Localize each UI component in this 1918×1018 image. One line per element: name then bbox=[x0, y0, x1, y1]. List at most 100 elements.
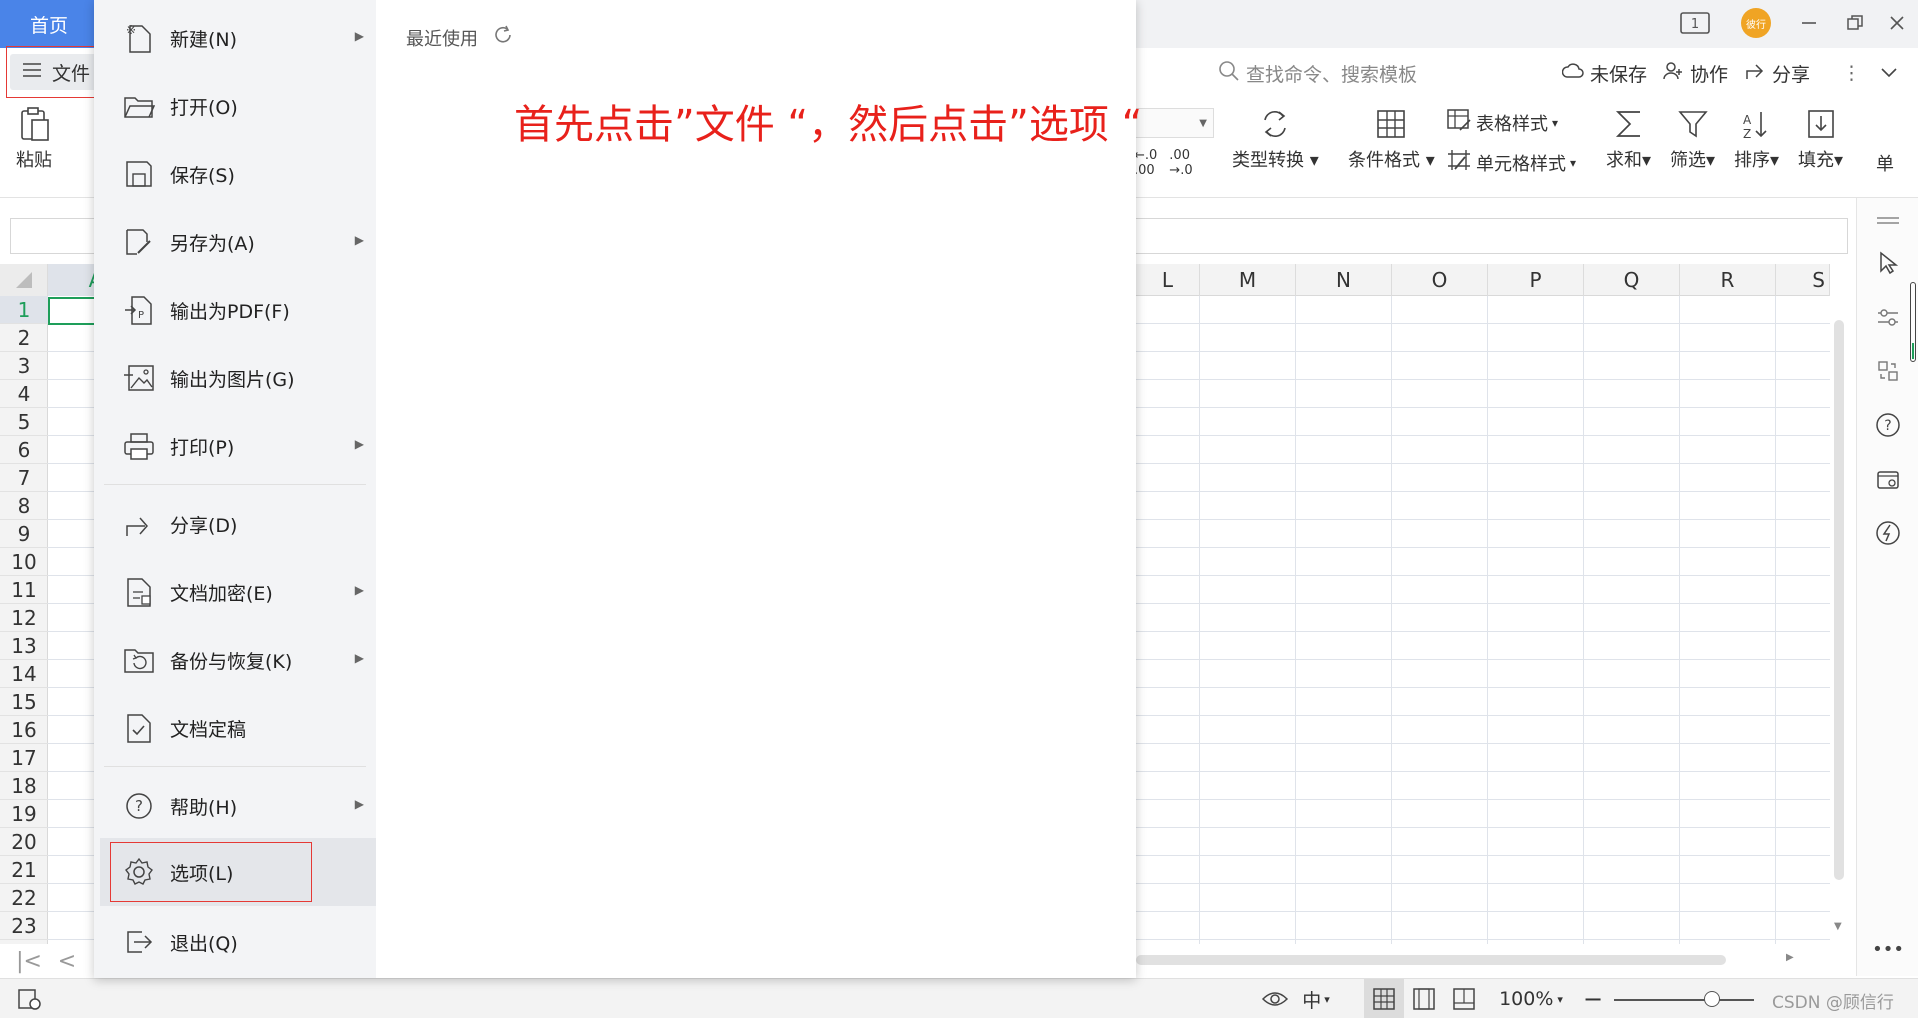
row-header-11[interactable]: 11 bbox=[0, 576, 48, 604]
row-header-12[interactable]: 12 bbox=[0, 604, 48, 632]
menu-item-save-as[interactable]: 另存为(A) ▶ bbox=[94, 212, 376, 272]
menu-item-exit[interactable]: 退出(Q) bbox=[94, 912, 376, 972]
page-break-view-icon[interactable] bbox=[1444, 979, 1484, 1018]
menu-item-help[interactable]: ? 帮助(H) ▶ bbox=[94, 776, 376, 836]
conditional-format-button[interactable]: 条件格式 ▾ bbox=[1348, 104, 1435, 172]
type-convert-button[interactable]: 类型转换 ▾ bbox=[1232, 104, 1319, 172]
row-header-5[interactable]: 5 bbox=[0, 408, 48, 436]
refresh-icon[interactable] bbox=[492, 24, 514, 51]
table-style-button[interactable]: 表格样式 ▾ bbox=[1446, 108, 1558, 137]
more-dots-icon[interactable]: ••• bbox=[1872, 934, 1904, 964]
panel-handle-icon[interactable] bbox=[1873, 206, 1903, 236]
prev-sheet-icon[interactable]: < bbox=[52, 944, 82, 978]
workspace-icon[interactable]: 1 bbox=[1678, 8, 1712, 38]
decrease-decimal-icon[interactable]: .00 →.0 bbox=[1169, 148, 1192, 178]
zoom-slider-track[interactable] bbox=[1614, 999, 1754, 1001]
more-icon[interactable]: ⋮ bbox=[1842, 58, 1861, 88]
lightning-icon[interactable] bbox=[1873, 518, 1903, 548]
minimize-icon[interactable] bbox=[1792, 8, 1826, 38]
row-header-15[interactable]: 15 bbox=[0, 688, 48, 716]
panel-toggle-icon[interactable] bbox=[1910, 282, 1916, 362]
row-header-10[interactable]: 10 bbox=[0, 548, 48, 576]
menu-item-finalize[interactable]: 文档定稿 bbox=[94, 698, 376, 758]
decimal-buttons[interactable]: ←.0.00 .00 →.0 bbox=[1134, 148, 1193, 178]
row-header-4[interactable]: 4 bbox=[0, 380, 48, 408]
row-header-9[interactable]: 9 bbox=[0, 520, 48, 548]
zoom-out-icon[interactable]: − bbox=[1580, 979, 1606, 1018]
fill-button[interactable]: 填充▾ bbox=[1798, 104, 1843, 172]
active-cell-a1[interactable] bbox=[48, 297, 96, 325]
row-header-16[interactable]: 16 bbox=[0, 716, 48, 744]
first-sheet-icon[interactable]: |< bbox=[14, 944, 44, 978]
column-header-s[interactable]: S bbox=[1776, 264, 1830, 296]
collab-button[interactable]: 协作 bbox=[1662, 58, 1728, 88]
menu-item-export-pdf[interactable]: P 输出为PDF(F) bbox=[94, 280, 376, 340]
more-ribbon-button[interactable]: 单 bbox=[1876, 148, 1894, 176]
column-header-r[interactable]: R bbox=[1680, 264, 1776, 296]
horizontal-scroll-thumb[interactable] bbox=[1136, 955, 1726, 965]
scroll-right-icon[interactable]: ▶ bbox=[1786, 952, 1794, 963]
horizontal-scrollbar[interactable]: ▶ bbox=[1136, 950, 1794, 970]
row-header-23[interactable]: 23 bbox=[0, 912, 48, 940]
row-header-7[interactable]: 7 bbox=[0, 464, 48, 492]
row-header-8[interactable]: 8 bbox=[0, 492, 48, 520]
menu-item-options[interactable]: 选项(L) bbox=[100, 838, 376, 906]
select-all-corner[interactable] bbox=[0, 264, 48, 296]
home-tab[interactable]: 首页 bbox=[0, 0, 98, 48]
restore-icon[interactable] bbox=[1838, 8, 1872, 38]
column-header-o[interactable]: O bbox=[1392, 264, 1488, 296]
number-format-select[interactable]: ▼ bbox=[1134, 108, 1214, 138]
normal-view-icon[interactable] bbox=[1364, 979, 1404, 1018]
zoom-level-select[interactable]: 100% ▾ bbox=[1496, 979, 1566, 1018]
unsaved-button[interactable]: 未保存 bbox=[1561, 58, 1647, 88]
search-bar[interactable]: 查找命令、搜索模板 bbox=[1218, 58, 1417, 88]
menu-item-new[interactable]: ※ 新建(N) ▶ bbox=[94, 8, 376, 68]
row-header-3[interactable]: 3 bbox=[0, 352, 48, 380]
menu-item-encrypt[interactable]: 文档加密(E) ▶ bbox=[94, 562, 376, 622]
row-header-21[interactable]: 21 bbox=[0, 856, 48, 884]
menu-item-save[interactable]: 保存(S) bbox=[94, 144, 376, 204]
input-language-button[interactable]: 中 ▾ bbox=[1296, 979, 1336, 1018]
increase-decimal-icon[interactable]: ←.0.00 bbox=[1134, 148, 1157, 178]
help-circle-icon[interactable]: ? bbox=[1873, 410, 1903, 440]
row-header-13[interactable]: 13 bbox=[0, 632, 48, 660]
scroll-down-icon[interactable]: ▼ bbox=[1834, 921, 1842, 932]
column-header-m[interactable]: M bbox=[1200, 264, 1296, 296]
row-header-17[interactable]: 17 bbox=[0, 744, 48, 772]
row-header-1[interactable]: 1 bbox=[0, 296, 48, 324]
row-header-6[interactable]: 6 bbox=[0, 436, 48, 464]
menu-item-print[interactable]: 打印(P) ▶ bbox=[94, 416, 376, 476]
column-header-q[interactable]: Q bbox=[1584, 264, 1680, 296]
transform-icon[interactable] bbox=[1873, 356, 1903, 386]
row-header-2[interactable]: 2 bbox=[0, 324, 48, 352]
vertical-scrollbar[interactable]: ▼ bbox=[1830, 312, 1848, 932]
menu-item-export-image[interactable]: 输出为图片(G) bbox=[94, 348, 376, 408]
column-header-p[interactable]: P bbox=[1488, 264, 1584, 296]
avatar[interactable]: 彼行 bbox=[1741, 8, 1771, 38]
row-header-20[interactable]: 20 bbox=[0, 828, 48, 856]
page-layout-view-icon[interactable] bbox=[1404, 979, 1444, 1018]
zoom-slider-handle[interactable] bbox=[1704, 991, 1720, 1007]
eye-protection-icon[interactable] bbox=[1258, 979, 1292, 1018]
vertical-scroll-thumb[interactable] bbox=[1834, 320, 1844, 880]
column-header-l[interactable]: L bbox=[1136, 264, 1200, 296]
paste-button[interactable]: 粘贴 bbox=[14, 104, 54, 172]
store-icon[interactable] bbox=[1873, 464, 1903, 494]
sort-button[interactable]: AZ 排序▾ bbox=[1734, 104, 1779, 172]
search-input[interactable]: 查找命令、搜索模板 bbox=[1246, 60, 1417, 87]
menu-item-backup[interactable]: 备份与恢复(K) ▶ bbox=[94, 630, 376, 690]
collapse-ribbon-icon[interactable] bbox=[1880, 58, 1898, 88]
file-menu-button[interactable]: 文件 bbox=[10, 54, 98, 90]
row-header-14[interactable]: 14 bbox=[0, 660, 48, 688]
macro-record-icon[interactable] bbox=[12, 979, 46, 1018]
menu-item-open[interactable]: 打开(O) bbox=[94, 76, 376, 136]
filter-button[interactable]: 筛选▾ bbox=[1670, 104, 1715, 172]
menu-item-share[interactable]: 分享(D) bbox=[94, 494, 376, 554]
cursor-icon[interactable] bbox=[1873, 248, 1903, 278]
row-header-19[interactable]: 19 bbox=[0, 800, 48, 828]
row-header-18[interactable]: 18 bbox=[0, 772, 48, 800]
share-button[interactable]: 分享 bbox=[1744, 58, 1810, 88]
row-header-22[interactable]: 22 bbox=[0, 884, 48, 912]
column-header-n[interactable]: N bbox=[1296, 264, 1392, 296]
sliders-icon[interactable] bbox=[1873, 302, 1903, 332]
